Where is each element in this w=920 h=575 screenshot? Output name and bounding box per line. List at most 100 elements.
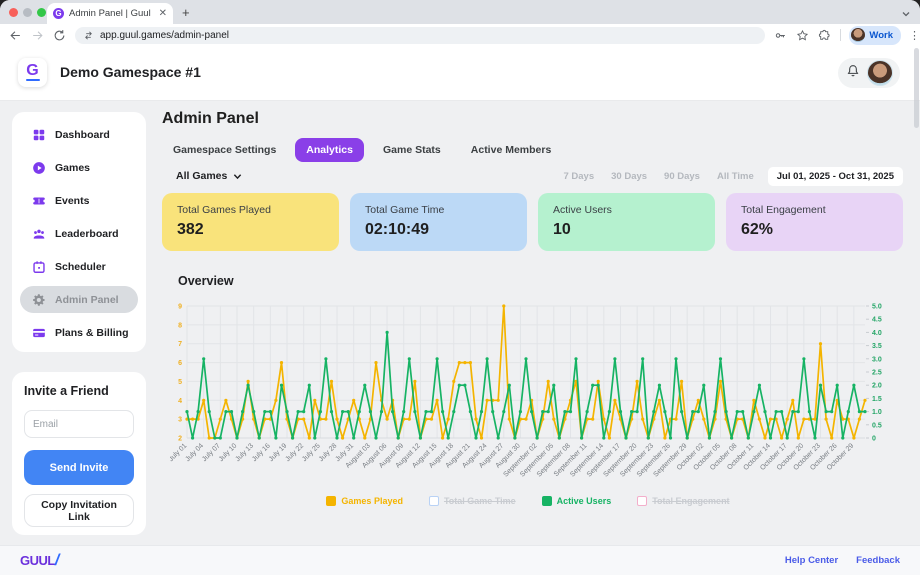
sidebar-item-leaderboard[interactable]: Leaderboard — [12, 217, 146, 250]
tab-close-icon[interactable]: ✕ — [159, 8, 167, 19]
tab-search-chevron-icon[interactable] — [901, 6, 911, 24]
copy-invitation-link-button[interactable]: Copy Invitation Link — [24, 494, 134, 527]
date-range-picker[interactable]: Jul 01, 2025 - Oct 31, 2025 — [768, 167, 903, 186]
extensions-puzzle-icon[interactable] — [818, 29, 831, 42]
browser-menu-icon[interactable]: ⋮ — [909, 29, 920, 42]
data-point — [269, 410, 272, 413]
data-point — [680, 380, 683, 383]
guul-logo[interactable]: G — [18, 58, 47, 87]
stat-label: Active Users — [553, 204, 700, 216]
help-center-link[interactable]: Help Center — [785, 555, 838, 566]
data-point — [769, 436, 772, 439]
data-point — [658, 384, 661, 387]
data-point — [202, 357, 205, 360]
stat-card-total-game-time: Total Game Time 02:10:49 — [350, 193, 527, 251]
data-point — [702, 418, 705, 421]
data-point — [736, 410, 739, 413]
tab-game-stats[interactable]: Game Stats — [372, 138, 452, 162]
sidebar-item-events[interactable]: Events — [12, 184, 146, 217]
data-point — [547, 380, 550, 383]
window-close-button[interactable] — [9, 8, 18, 17]
sidebar-item-label: Events — [55, 195, 89, 207]
sidebar-item-label: Plans & Billing — [55, 327, 129, 339]
data-point — [613, 399, 616, 402]
tab-gamespace-settings[interactable]: Gamespace Settings — [162, 138, 287, 162]
data-point — [436, 399, 439, 402]
legend-label: Total Engagement — [652, 496, 729, 506]
profile-chip[interactable]: Work — [849, 26, 901, 45]
tab-analytics[interactable]: Analytics — [295, 138, 364, 162]
legend-item-total-game-time[interactable]: Total Game Time — [429, 496, 516, 506]
y-axis-right-label: 4.0 — [872, 330, 882, 337]
data-point — [363, 384, 366, 387]
sidebar-item-plans-billing[interactable]: Plans & Billing — [12, 316, 146, 349]
password-key-icon[interactable] — [774, 29, 787, 42]
y-axis-right-label: 3.0 — [872, 356, 882, 363]
send-invite-button[interactable]: Send Invite — [24, 450, 134, 485]
data-point — [185, 410, 188, 413]
legend-item-total-engagement[interactable]: Total Engagement — [637, 496, 729, 506]
data-point — [463, 384, 466, 387]
back-icon[interactable] — [9, 29, 22, 42]
range-7-days[interactable]: 7 Days — [563, 171, 594, 182]
data-point — [285, 410, 288, 413]
data-point — [347, 410, 350, 413]
url-bar[interactable]: app.guul.games/admin-panel — [75, 27, 765, 44]
email-field[interactable] — [24, 410, 134, 438]
data-point — [702, 384, 705, 387]
tab-active-members[interactable]: Active Members — [460, 138, 563, 162]
data-point — [841, 436, 844, 439]
sidebar-item-dashboard[interactable]: Dashboard — [12, 118, 146, 151]
legend-item-games-played[interactable]: Games Played — [326, 496, 403, 506]
site-info-icon[interactable] — [83, 30, 94, 41]
sidebar-item-label: Admin Panel — [55, 294, 119, 306]
data-point — [341, 436, 344, 439]
sidebar-item-games[interactable]: Games — [12, 151, 146, 184]
data-point — [602, 436, 605, 439]
window-zoom-button[interactable] — [37, 8, 46, 17]
game-filter-dropdown[interactable]: All Games — [176, 170, 242, 182]
data-point — [308, 436, 311, 439]
forward-icon[interactable] — [31, 29, 44, 42]
sidebar-item-label: Leaderboard — [55, 228, 119, 240]
y-axis-left-label: 3 — [178, 417, 182, 424]
stat-label: Total Engagement — [741, 204, 888, 216]
data-point — [852, 436, 855, 439]
game-filter-value: All Games — [176, 170, 227, 182]
tab-favicon: G — [53, 8, 64, 19]
data-point — [424, 410, 427, 413]
window-minimize-button[interactable] — [23, 8, 32, 17]
data-point — [397, 436, 400, 439]
data-point — [597, 380, 600, 383]
sidebar-item-scheduler[interactable]: Scheduler — [12, 250, 146, 283]
range-all-time[interactable]: All Time — [717, 171, 754, 182]
range-30-days[interactable]: 30 Days — [611, 171, 647, 182]
sidebar-item-admin-panel[interactable]: Admin Panel — [12, 283, 146, 316]
data-point — [519, 410, 522, 413]
data-point — [358, 410, 361, 413]
data-point — [247, 380, 250, 383]
range-90-days[interactable]: 90 Days — [664, 171, 700, 182]
reload-icon[interactable] — [53, 29, 66, 42]
bookmark-star-icon[interactable] — [796, 29, 809, 42]
sidebar-item-label: Dashboard — [55, 129, 110, 141]
feedback-link[interactable]: Feedback — [856, 555, 900, 566]
legend-item-active-users[interactable]: Active Users — [542, 496, 612, 506]
data-point — [552, 384, 555, 387]
data-point — [430, 410, 433, 413]
user-avatar[interactable] — [867, 60, 893, 86]
data-point — [486, 357, 489, 360]
scrollbar-thumb[interactable] — [914, 48, 919, 128]
notifications-bell-icon[interactable] — [845, 63, 861, 84]
data-point — [786, 436, 789, 439]
stat-value: 382 — [177, 221, 324, 239]
new-tab-button[interactable]: + — [182, 5, 190, 20]
series-line-active-users — [187, 332, 865, 438]
data-point — [597, 384, 600, 387]
data-point — [302, 410, 305, 413]
data-point — [608, 436, 611, 439]
profile-avatar — [851, 28, 865, 42]
data-point — [469, 361, 472, 364]
data-point — [819, 384, 822, 387]
browser-tab[interactable]: G Admin Panel | Guul ✕ — [47, 3, 173, 24]
